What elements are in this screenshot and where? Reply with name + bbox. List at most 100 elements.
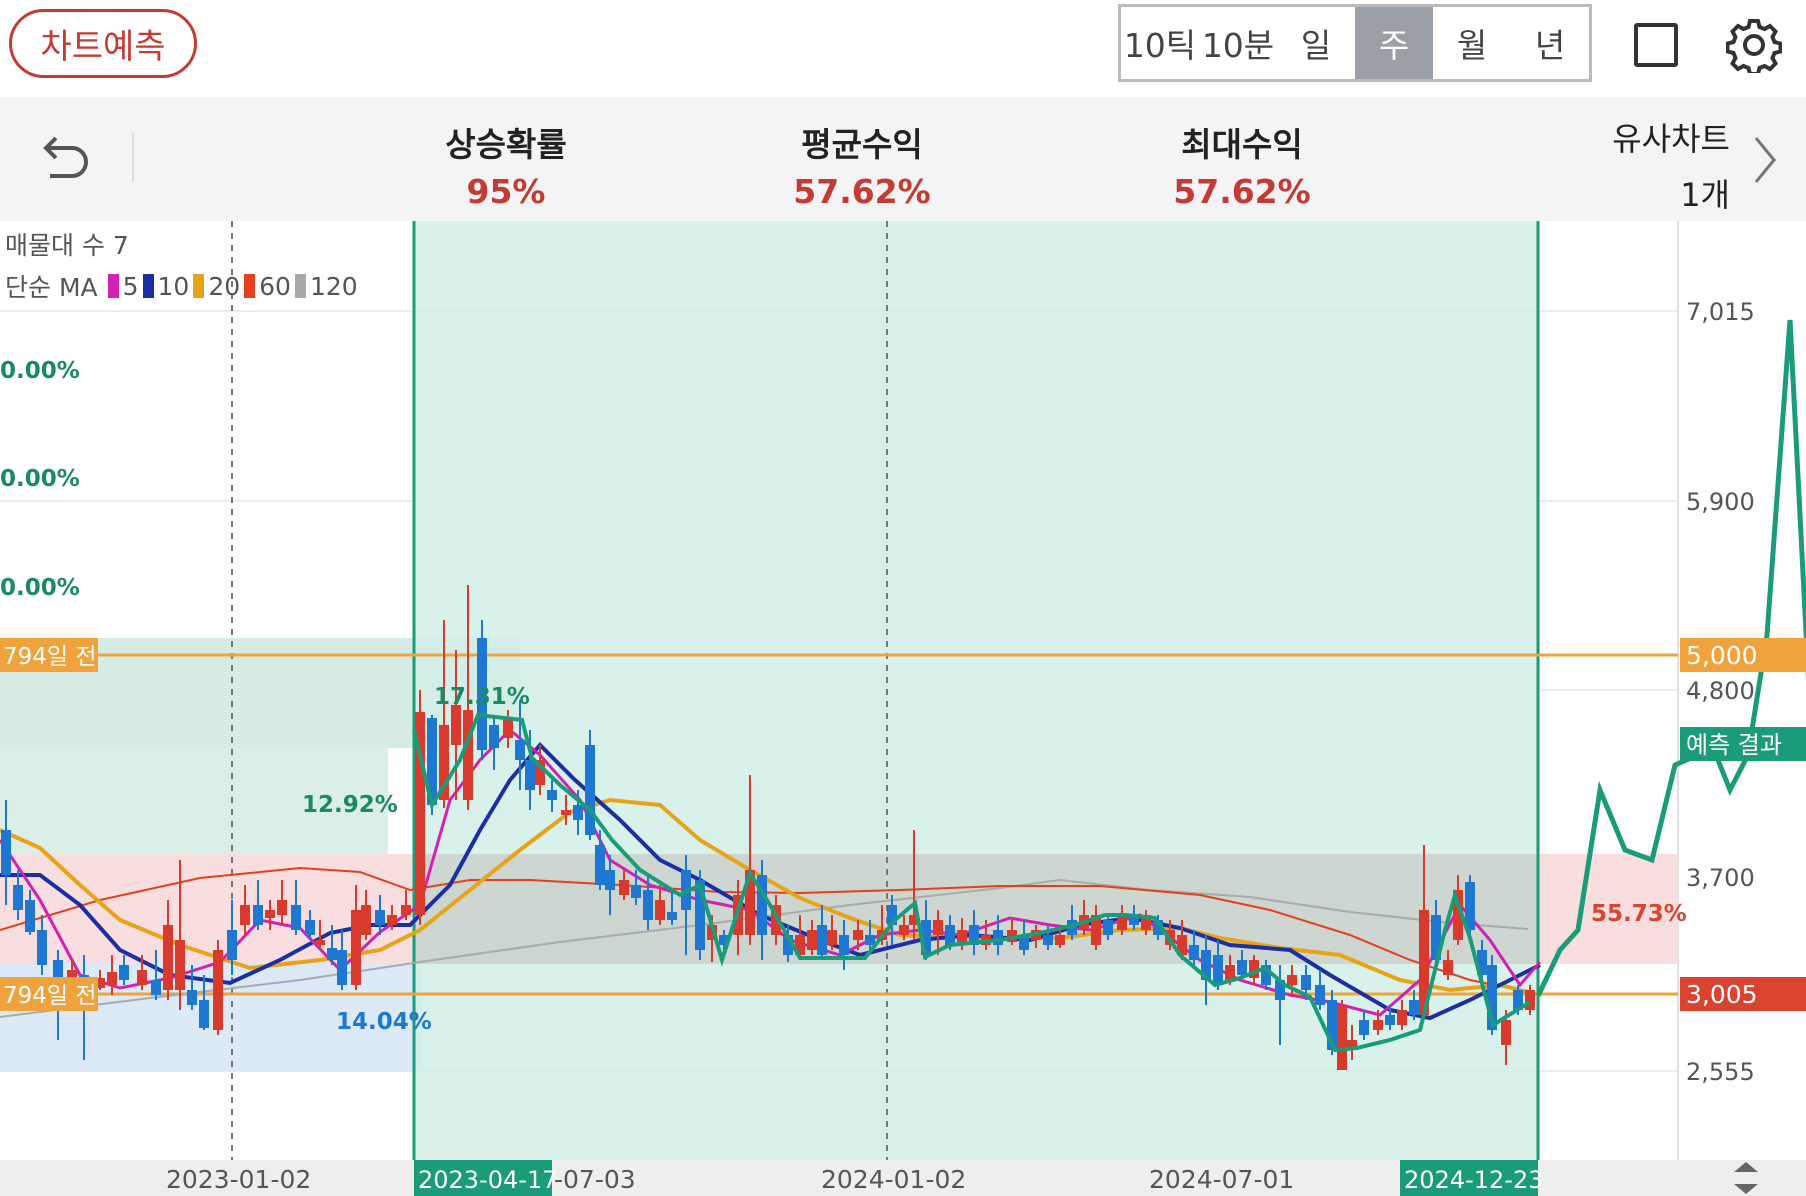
candle-body [1055, 935, 1065, 945]
candle-body [361, 905, 371, 935]
similar-charts-label: 유사차트 [1612, 120, 1730, 158]
tab-week[interactable]: 주 [1355, 7, 1433, 79]
candle-body [667, 912, 677, 920]
x-highlight-end-text: 2024-12-23 [1404, 1166, 1543, 1194]
zone-pct-label: 55.73% [1591, 901, 1687, 927]
chart-predict-button[interactable]: 차트예측 [9, 9, 197, 78]
ma-color-swatch [107, 274, 119, 298]
ma-period-label: 60 [259, 271, 291, 301]
candle-body [37, 930, 47, 965]
candle-body [401, 905, 411, 915]
candle-body [1301, 975, 1311, 990]
max-return-label: 최대수익 [1181, 125, 1303, 164]
ma-period-label: 120 [309, 271, 358, 301]
checkbox[interactable] [1634, 23, 1678, 67]
candle-body [305, 920, 315, 935]
chevron-right-icon[interactable] [1750, 132, 1780, 188]
price-tag-lower-text: 3,005 [1686, 980, 1758, 1009]
candle-body [1189, 945, 1199, 960]
period-tab-group: 10틱 10분 일 주 월 년 [1118, 4, 1592, 82]
candle-body [1, 830, 11, 875]
ma-color-swatch [193, 274, 205, 298]
candle-body [515, 740, 525, 760]
rise-probability-label: 상승확률 [445, 125, 567, 164]
settings-gear-icon[interactable] [1725, 17, 1783, 76]
candle-body [827, 930, 837, 945]
candle-body [277, 900, 287, 915]
y-axis: 7,015 5,900 4,800 3,700 2,555 [1686, 298, 1755, 1086]
similar-charts[interactable]: 유사차트 1개 [1590, 114, 1730, 216]
tab-10tick[interactable]: 10틱 [1121, 7, 1199, 79]
candle-body [227, 930, 237, 960]
candle-body [1501, 1020, 1511, 1045]
candle-body [605, 870, 615, 890]
candle-body [163, 925, 173, 990]
tab-10min[interactable]: 10분 [1199, 7, 1277, 79]
rise-probability-value: 95% [466, 172, 546, 211]
max-return-stat: 최대수익 57.62% [1122, 118, 1362, 211]
y-tick-label: 7,015 [1686, 298, 1755, 326]
candle-body [240, 905, 250, 925]
zone-pct-label: 14.04% [336, 1009, 432, 1035]
y-tick-label: 5,900 [1686, 488, 1755, 516]
zone-pct-label: 12.92% [302, 792, 398, 818]
x-tick-label: 2024-07-01 [1149, 1165, 1294, 1194]
zone-pct-label: 0.00% [0, 358, 80, 384]
candle-body [1373, 1020, 1383, 1030]
candle-body [993, 930, 1003, 945]
ma-period-label: 5 [122, 271, 139, 301]
y-tick-label: 4,800 [1686, 677, 1755, 705]
candle-body [1315, 985, 1325, 1005]
zone-pct-label: 0.00% [0, 466, 80, 492]
candle-body [213, 950, 223, 1030]
candle-body [1237, 960, 1247, 975]
candle-body [1043, 935, 1053, 945]
candle-body [1117, 915, 1127, 930]
candle-body [525, 760, 535, 790]
ma-period-label: 20 [208, 271, 241, 301]
candle-body [865, 935, 875, 945]
tab-month[interactable]: 월 [1433, 7, 1511, 79]
candle-body [489, 725, 499, 748]
x-tick-label: 2023-01-02 [166, 1165, 311, 1194]
candle-body [337, 950, 347, 985]
ma-color-swatch [142, 274, 154, 298]
similar-charts-count: 1개 [1680, 176, 1730, 214]
y-tick-label: 2,555 [1686, 1058, 1755, 1086]
days-ago-tag-lower-text: 794일 전 [3, 983, 97, 1009]
candle-body [291, 905, 301, 930]
rise-probability-stat: 상승확률 95% [386, 118, 626, 211]
candle-body [631, 885, 641, 898]
candle-body [1525, 990, 1535, 1010]
undo-arrow-icon[interactable] [34, 128, 94, 188]
average-return-label: 평균수익 [801, 125, 923, 164]
candle-body [387, 915, 397, 925]
candle-body [13, 885, 23, 910]
candle-body [375, 910, 385, 925]
candle-body [933, 920, 943, 935]
candle-body [899, 925, 909, 935]
candle-body [351, 910, 361, 985]
candle-body [1337, 1005, 1347, 1070]
candle-body [839, 935, 849, 955]
zone-pct-label: 0.00% [0, 575, 80, 601]
candle-body [107, 972, 117, 985]
candle-body [561, 810, 571, 815]
candle-body [25, 900, 35, 932]
price-chart[interactable]: 7,015 5,900 4,800 3,700 2,555 5,000 3,005 예측… [0, 221, 1806, 1196]
similar-pattern-window [414, 221, 1538, 1160]
candle-body [151, 980, 161, 995]
candle-body [1385, 1015, 1395, 1025]
average-return-stat: 평균수익 57.62% [742, 118, 982, 211]
candle-body [253, 905, 263, 925]
candle-body [619, 880, 629, 895]
tab-day[interactable]: 일 [1277, 7, 1355, 79]
candle-body [315, 940, 325, 945]
average-return-value: 57.62% [793, 172, 931, 211]
volume-profile-label: 매물대 수 7 [5, 231, 129, 260]
ma-color-swatch [244, 274, 256, 298]
divider [132, 132, 134, 182]
candle-body [547, 790, 557, 800]
tab-year[interactable]: 년 [1511, 7, 1589, 79]
candle-body [119, 965, 129, 980]
